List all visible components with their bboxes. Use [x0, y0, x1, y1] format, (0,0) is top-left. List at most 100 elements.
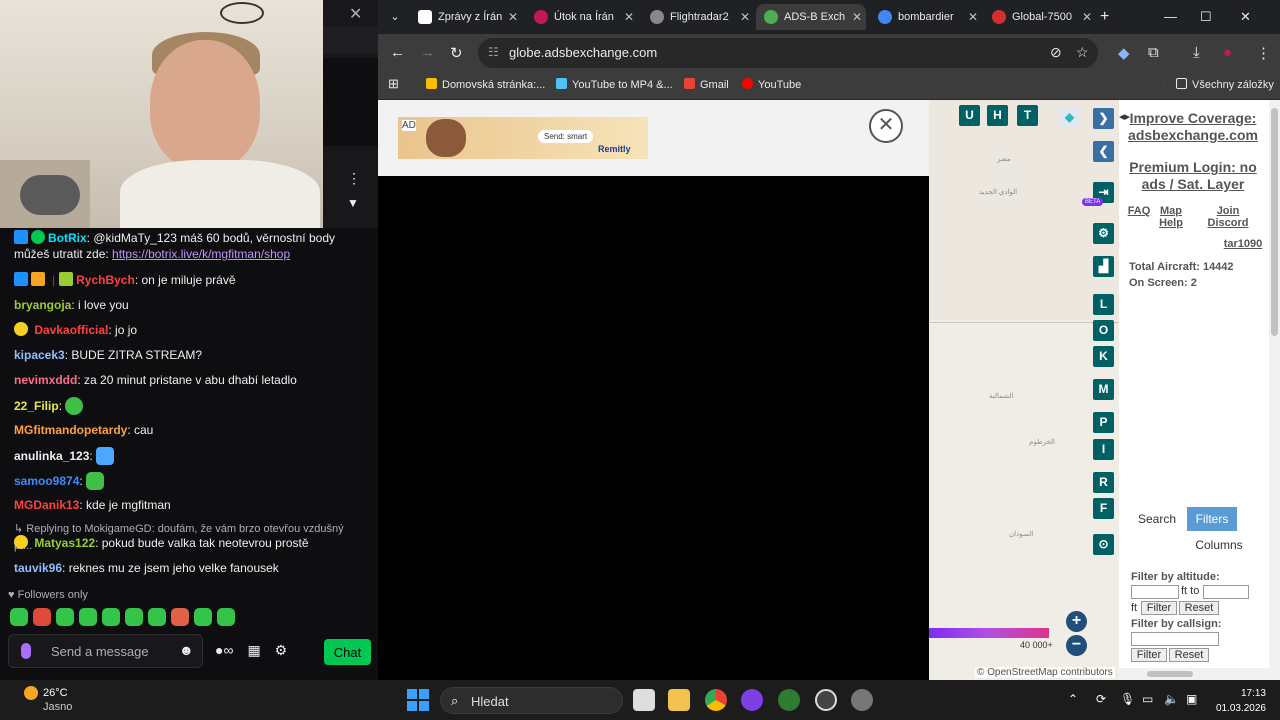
settings-icon[interactable]: [851, 689, 873, 711]
layers-icon[interactable]: ◆: [1059, 107, 1080, 128]
close-icon[interactable]: ✕: [508, 4, 518, 30]
close-ad-icon[interactable]: ✕: [869, 109, 903, 143]
task-view-icon[interactable]: [633, 689, 655, 711]
app-icon[interactable]: [741, 689, 763, 711]
apps-grid-icon[interactable]: ⊞: [388, 76, 399, 92]
app-icon[interactable]: [815, 689, 837, 711]
maximize-icon[interactable]: ☐: [1200, 9, 1212, 25]
scrollbar-thumb[interactable]: [1147, 671, 1193, 677]
xbox-icon[interactable]: [778, 689, 800, 711]
emote-icon[interactable]: [102, 608, 120, 626]
callsign-filter-button[interactable]: Filter: [1131, 648, 1167, 662]
map-button-r[interactable]: R: [1093, 472, 1114, 493]
chat-username[interactable]: 22_Filip: [14, 399, 59, 413]
chevron-left-icon[interactable]: ❮: [1093, 141, 1114, 162]
new-tab-plus-icon[interactable]: +: [1100, 4, 1120, 30]
tab-columns[interactable]: Columns: [1187, 533, 1251, 557]
emote-icon[interactable]: [79, 608, 97, 626]
altitude-min-input[interactable]: [1131, 585, 1179, 599]
volume-icon[interactable]: 🔈: [1164, 692, 1179, 706]
map-canvas[interactable]: مصر الوادي الجديد الشمالية السودان الخرط…: [929, 100, 1119, 680]
site-info-icon[interactable]: ☷: [488, 45, 499, 59]
browser-menu-icon[interactable]: ⋮: [1256, 44, 1271, 62]
extensions-puzzle-icon[interactable]: ⧉: [1148, 44, 1159, 61]
callsign-input[interactable]: [1131, 632, 1219, 646]
tab-utok[interactable]: Útok na Írán ✕: [526, 4, 638, 30]
tab-filters[interactable]: Filters: [1187, 507, 1237, 531]
back-arrow-icon[interactable]: ←: [390, 44, 405, 61]
close-window-icon[interactable]: ✕: [1240, 9, 1251, 25]
ad-banner[interactable]: AD Send: smart Remitly: [398, 117, 648, 159]
microphone-icon[interactable]: 🎙: [1120, 692, 1135, 706]
zoom-out-icon[interactable]: −: [1066, 635, 1087, 656]
close-icon[interactable]: ✕: [852, 4, 862, 30]
extension-icon[interactable]: ◆: [1118, 44, 1130, 62]
taskbar-search[interactable]: ⌕ Hledat: [440, 687, 623, 714]
join-discord-link[interactable]: Join Discord: [1203, 205, 1253, 229]
map-button-p[interactable]: P: [1093, 412, 1114, 433]
chrome-icon[interactable]: [705, 689, 727, 711]
vertical-scrollbar[interactable]: [1269, 100, 1280, 680]
replay-icon[interactable]: ⊙: [1093, 534, 1114, 555]
bookmark-item[interactable]: YouTube: [742, 78, 801, 91]
emote-icon[interactable]: [171, 608, 189, 626]
tab-bombardier[interactable]: bombardier ✕: [870, 4, 982, 30]
close-icon[interactable]: ✕: [740, 4, 750, 30]
close-icon[interactable]: ✕: [349, 4, 362, 24]
altitude-filter-button[interactable]: Filter: [1141, 601, 1177, 615]
all-bookmarks[interactable]: Všechny záložky: [1176, 78, 1274, 91]
emote-icon[interactable]: [10, 608, 28, 626]
address-bar[interactable]: ☷ globe.adsbexchange.com ⊘ ☆: [478, 38, 1098, 68]
location-blocked-icon[interactable]: ⊘: [1050, 44, 1062, 61]
map-button-u[interactable]: U: [959, 105, 980, 126]
minimize-icon[interactable]: —: [1164, 9, 1177, 24]
bits-icon[interactable]: ●∞: [215, 642, 233, 658]
chat-username[interactable]: MGDanik13: [14, 498, 79, 512]
chat-username[interactable]: Matyas122: [34, 536, 95, 550]
altitude-max-input[interactable]: [1203, 585, 1249, 599]
reload-icon[interactable]: ↻: [450, 44, 463, 62]
forward-arrow-icon[interactable]: →: [420, 44, 435, 61]
chat-username[interactable]: samoo9874: [14, 474, 79, 488]
sync-icon[interactable]: ⟳: [1096, 692, 1106, 706]
premium-login-link[interactable]: Premium Login: no ads / Sat. Layer: [1127, 159, 1259, 193]
chat-username[interactable]: bryangoja: [14, 298, 71, 312]
chat-username[interactable]: MGfitmandopetardy: [14, 423, 127, 437]
map-button-m[interactable]: M: [1093, 379, 1114, 400]
battery-icon[interactable]: ▣: [1186, 692, 1197, 706]
taskbar-clock[interactable]: 17:13 01.03.2026: [1210, 686, 1266, 716]
emote-icon[interactable]: [194, 608, 212, 626]
map-attribution[interactable]: © OpenStreetMap contributors: [975, 667, 1115, 678]
emote-icon[interactable]: [148, 608, 166, 626]
chat-username[interactable]: RychBych: [76, 273, 135, 287]
chat-username[interactable]: Davkaofficial: [34, 323, 108, 337]
map-button-t[interactable]: T: [1017, 105, 1038, 126]
map-button-f[interactable]: F: [1093, 498, 1114, 519]
chat-username[interactable]: anulinka_123: [14, 449, 89, 463]
more-options-icon[interactable]: ⋮: [347, 170, 361, 187]
map-button-h[interactable]: H: [987, 105, 1008, 126]
close-icon[interactable]: ✕: [1082, 4, 1092, 30]
ranking-icon[interactable]: ▟: [1093, 256, 1114, 277]
settings-gear-icon[interactable]: ⚙: [1093, 223, 1114, 244]
map-button-k[interactable]: K: [1093, 346, 1114, 367]
emote-icon[interactable]: [125, 608, 143, 626]
windows-start-icon[interactable]: [407, 689, 429, 711]
tab-global-7500[interactable]: Global-7500 ✕: [984, 4, 1096, 30]
bookmark-star-icon[interactable]: ☆: [1076, 44, 1089, 61]
microphone-icon[interactable]: [21, 643, 31, 659]
download-icon[interactable]: ⤓: [1193, 44, 1200, 61]
zoom-in-icon[interactable]: +: [1066, 611, 1087, 632]
callsign-reset-button[interactable]: Reset: [1169, 648, 1209, 662]
emoji-icon[interactable]: ☻: [179, 642, 194, 658]
chat-send-button[interactable]: Chat: [324, 639, 371, 665]
chat-link[interactable]: https://botrix.live/k/mgfitman/shop: [112, 247, 290, 261]
close-icon[interactable]: ✕: [624, 4, 634, 30]
altitude-reset-button[interactable]: Reset: [1179, 601, 1219, 615]
tab-search[interactable]: Search: [1127, 507, 1187, 531]
close-icon[interactable]: ✕: [968, 4, 978, 30]
emote-icon[interactable]: [33, 608, 51, 626]
emote-icon[interactable]: [217, 608, 235, 626]
network-icon[interactable]: ▭: [1142, 692, 1153, 706]
store-icon[interactable]: ▦: [247, 642, 260, 659]
